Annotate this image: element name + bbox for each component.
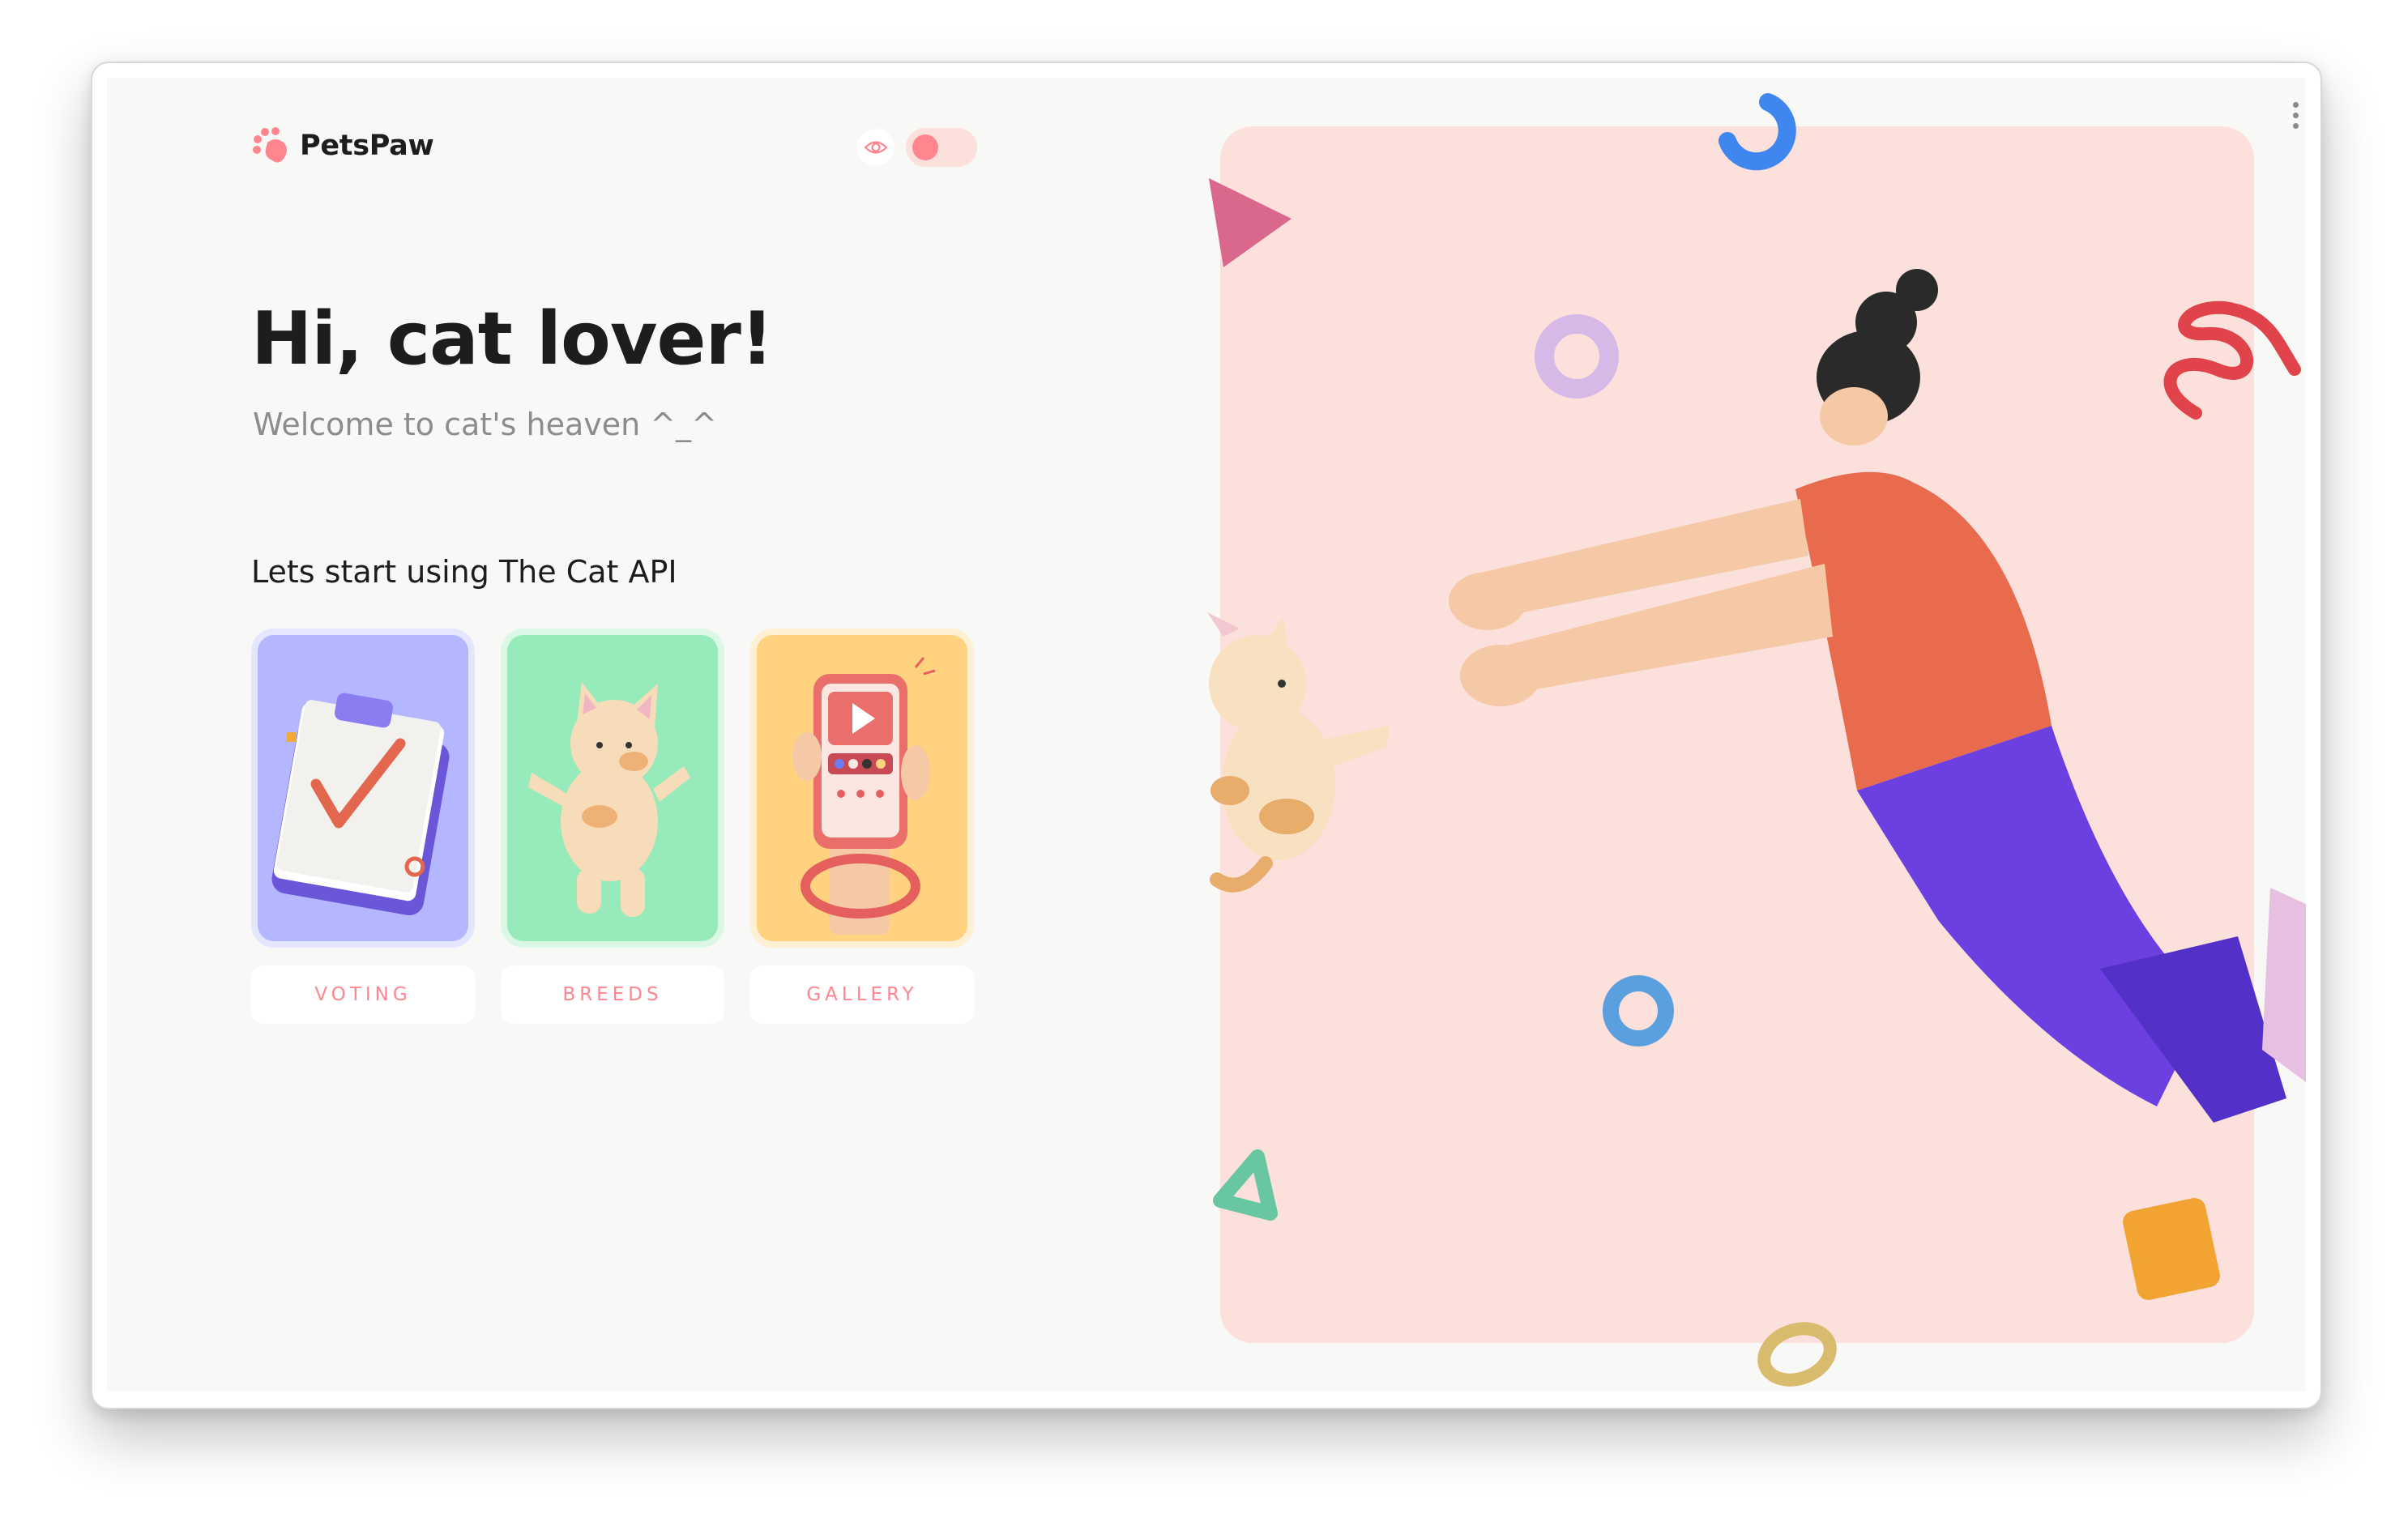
gallery-card[interactable]: GALLERY (750, 629, 974, 1024)
voting-tile[interactable] (251, 629, 475, 948)
red-spring-shape (2163, 301, 2301, 420)
gold-ring-shape (1757, 1322, 1837, 1387)
eye-button[interactable] (857, 129, 894, 166)
browser-window: PetsPaw Hi, cat lover! Welcome to cat's … (91, 62, 2322, 1409)
switch-knob (912, 134, 938, 160)
theme-toggle[interactable] (857, 128, 977, 167)
section-heading: Lets start using The Cat API (251, 554, 677, 590)
blue-arc-shape (1718, 93, 1796, 171)
green-triangle-shape (1213, 1149, 1278, 1221)
app-name: PetsPaw (300, 130, 434, 162)
breeds-button[interactable]: BREEDS (501, 965, 724, 1024)
eye-icon (864, 141, 888, 154)
phone-gallery-icon (792, 657, 936, 935)
lavender-ring-shape (1535, 314, 1619, 399)
orange-cube-shape (2123, 1198, 2220, 1300)
hero-illustration (1207, 93, 2306, 1387)
gallery-button[interactable]: GALLERY (750, 965, 974, 1024)
pink-triangle-shape (1209, 178, 1292, 267)
breeds-tile[interactable] (501, 629, 724, 948)
cat-icon (528, 682, 690, 917)
blue-ring-shape (1603, 975, 1674, 1046)
clipboard-check-icon (271, 693, 450, 916)
flying-cat (1207, 612, 1389, 893)
voting-card[interactable]: VOTING (251, 629, 475, 1024)
paw-logo-icon (253, 127, 287, 163)
voting-button[interactable]: VOTING (251, 965, 475, 1024)
gallery-tile[interactable] (750, 629, 974, 948)
page-title: Hi, cat lover! (251, 296, 774, 382)
dark-mode-switch[interactable] (906, 128, 977, 167)
page-subtitle: Welcome to cat's heaven ^_^ (253, 407, 717, 442)
breeds-card[interactable]: BREEDS (501, 629, 724, 1024)
app-logo[interactable]: PetsPaw (251, 125, 434, 167)
page-viewport: PetsPaw Hi, cat lover! Welcome to cat's … (107, 78, 2306, 1392)
